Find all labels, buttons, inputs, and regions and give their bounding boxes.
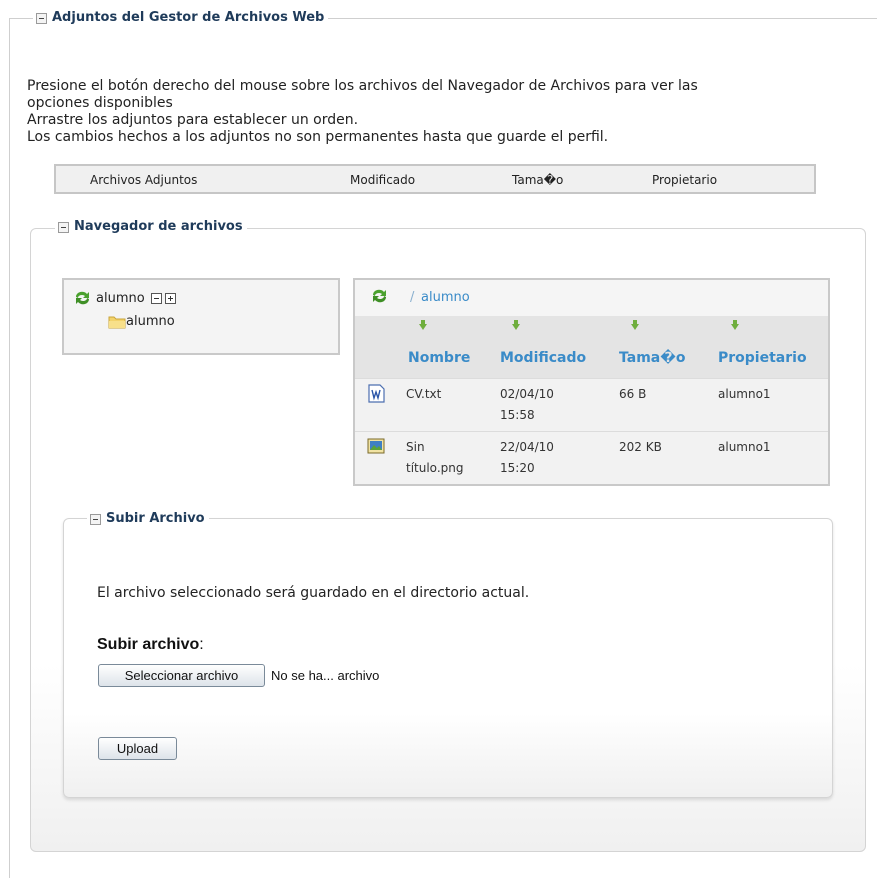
upload-legend[interactable]: Subir Archivo — [87, 511, 209, 527]
table-row[interactable]: CV.txt 02/04/10 15:58 66 B alumno1 — [355, 378, 828, 431]
file-modified: 02/04/10 15:58 — [500, 384, 554, 426]
upload-legend-text: Subir Archivo — [106, 511, 205, 526]
instruction-line: Arrastre los adjuntos para establecer un… — [27, 112, 359, 128]
navigator-legend-text: Navegador de archivos — [74, 219, 243, 234]
tree-root-label[interactable]: alumno — [96, 291, 145, 306]
collapse-icon[interactable] — [58, 221, 69, 233]
path-bar: / alumno — [355, 280, 828, 316]
file-size: 66 B — [619, 387, 647, 401]
no-file-selected-text: No se ha... archivo — [271, 668, 380, 683]
upload-field-label: Subir archivo: — [97, 636, 204, 654]
choose-file-button[interactable]: Seleccionar archivo — [98, 664, 265, 687]
modified-time: 15:58 — [500, 408, 535, 422]
path-link[interactable]: alumno — [421, 290, 470, 305]
modified-date: 22/04/10 — [500, 440, 554, 454]
col-modificado[interactable]: Modificado — [350, 173, 415, 187]
file-name[interactable]: Sin título.png — [406, 437, 463, 479]
instruction-line: Presione el botón derecho del mouse sobr… — [27, 78, 698, 94]
collapse-icon[interactable] — [90, 513, 101, 525]
col-modificado[interactable]: Modificado — [500, 350, 586, 366]
text-file-icon — [368, 384, 385, 403]
collapse-icon[interactable] — [150, 292, 162, 304]
modified-time: 15:20 — [500, 461, 535, 475]
collapse-icon[interactable] — [36, 12, 47, 24]
folder-tree: alumno alumno — [62, 278, 340, 355]
file-owner: alumno1 — [718, 387, 771, 401]
tree-child-label[interactable]: alumno — [126, 314, 175, 329]
sort-arrow-icon[interactable] — [731, 320, 739, 330]
file-list-header: Nombre Modificado Tama�o Propietario — [355, 316, 828, 378]
folder-icon — [108, 316, 126, 329]
refresh-icon[interactable] — [370, 288, 389, 304]
table-row[interactable]: Sin título.png 22/04/10 15:20 202 KB alu… — [355, 431, 828, 484]
instruction-line: opciones disponibles — [27, 95, 173, 111]
upload-panel — [63, 518, 833, 798]
upload-field-label-colon: : — [199, 636, 204, 653]
file-name[interactable]: CV.txt — [406, 384, 441, 405]
attachments-legend-text: Adjuntos del Gestor de Archivos Web — [52, 10, 325, 25]
file-modified: 22/04/10 15:20 — [500, 437, 554, 479]
path-separator: / — [410, 290, 415, 305]
file-owner: alumno1 — [718, 440, 771, 454]
navigator-legend[interactable]: Navegador de archivos — [55, 219, 247, 235]
file-name-line: CV.txt — [406, 387, 442, 401]
file-list: / alumno Nombre Modificado Tama�o Propie… — [353, 278, 830, 486]
refresh-icon[interactable] — [73, 290, 92, 306]
sort-arrow-icon[interactable] — [419, 320, 427, 330]
col-nombre[interactable]: Nombre — [408, 350, 470, 366]
upload-description: El archivo seleccionado será guardado en… — [97, 585, 530, 601]
sort-arrow-icon[interactable] — [631, 320, 639, 330]
sort-arrow-icon[interactable] — [512, 320, 520, 330]
file-name-line: título.png — [406, 461, 464, 475]
attachments-legend[interactable]: Adjuntos del Gestor de Archivos Web — [33, 10, 329, 26]
instruction-line: Los cambios hechos a los adjuntos no son… — [27, 129, 609, 145]
file-name-line: Sin — [406, 440, 425, 454]
col-archivos-adjuntos[interactable]: Archivos Adjuntos — [90, 173, 197, 187]
expand-icon[interactable] — [164, 292, 176, 304]
modified-date: 02/04/10 — [500, 387, 554, 401]
col-propietario[interactable]: Propietario — [652, 173, 717, 187]
image-file-icon — [367, 438, 385, 454]
upload-field-label-text: Subir archivo — [97, 636, 200, 653]
attachments-table-header: Archivos Adjuntos Modificado Tama�o Prop… — [54, 164, 816, 194]
tree-root-row[interactable]: alumno — [73, 290, 176, 306]
tree-child-row[interactable]: alumno — [108, 314, 175, 329]
file-size: 202 KB — [619, 440, 662, 454]
col-propietario[interactable]: Propietario — [718, 350, 807, 366]
upload-button[interactable]: Upload — [98, 737, 177, 760]
col-tamano[interactable]: Tama�o — [512, 173, 563, 187]
attachments-instructions: Presione el botón derecho del mouse sobr… — [27, 78, 867, 146]
col-tamano[interactable]: Tama�o — [619, 350, 685, 366]
